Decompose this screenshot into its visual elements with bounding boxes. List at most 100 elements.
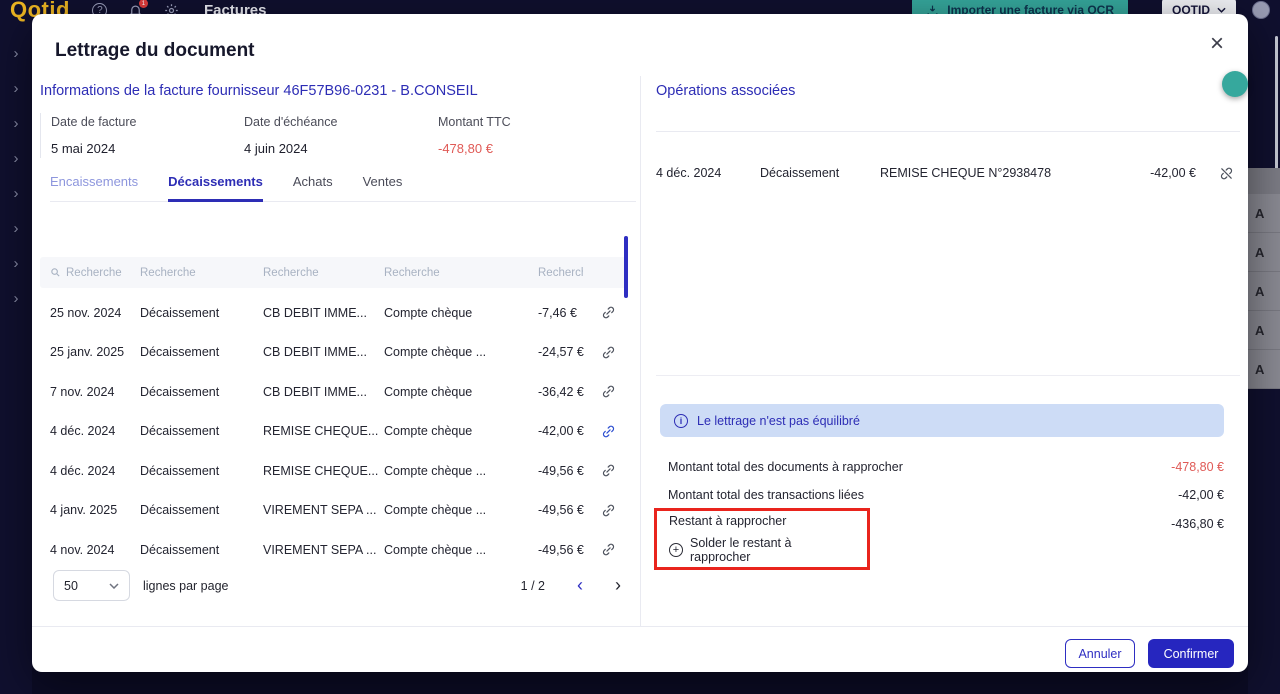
transaction-row[interactable]: 4 nov. 2024 Décaissement VIREMENT SEPA .… xyxy=(40,530,630,570)
transaction-label: VIREMENT SEPA ... xyxy=(263,503,384,517)
column-divider xyxy=(640,76,641,626)
search-input-type[interactable] xyxy=(140,267,238,279)
footer-divider xyxy=(32,626,1248,627)
link-icon[interactable] xyxy=(594,384,622,399)
total-row: Montant total des documents à rapprocher… xyxy=(668,460,1224,474)
operation-row[interactable]: 4 déc. 2024 Décaissement REMISE CHEQUE N… xyxy=(656,154,1240,192)
transaction-date: 25 nov. 2024 xyxy=(50,306,140,320)
link-icon[interactable] xyxy=(594,424,622,439)
lettrage-modal: Lettrage du document × Informations de l… xyxy=(32,14,1248,672)
remaining-value: -436,80 € xyxy=(1032,517,1224,531)
transaction-type: Décaissement xyxy=(140,385,263,399)
floating-help-button[interactable] xyxy=(1222,71,1248,97)
total-value: -42,00 € xyxy=(1178,488,1224,502)
profile-avatar[interactable] xyxy=(1252,1,1270,19)
invoice-field: Montant TTC -478,80 € xyxy=(438,115,611,156)
tab[interactable]: Décaissements xyxy=(168,174,263,202)
transaction-label: CB DEBIT IMME... xyxy=(263,385,384,399)
transaction-amount: -24,57 € xyxy=(538,345,594,359)
field-label: Date d'échéance xyxy=(244,115,438,129)
transaction-row[interactable]: 4 janv. 2025 Décaissement VIREMENT SEPA … xyxy=(40,491,630,531)
cancel-button[interactable]: Annuler xyxy=(1065,639,1135,668)
info-icon: i xyxy=(674,414,688,428)
background-table-strip: A A A A A xyxy=(1248,168,1280,389)
tab[interactable]: Encaissements xyxy=(50,174,138,201)
table-scrollbar-thumb[interactable] xyxy=(624,236,628,298)
background-right-strip: A A A A A xyxy=(1248,40,1280,694)
transaction-account: Compte chèque ... xyxy=(384,345,538,359)
transaction-date: 7 nov. 2024 xyxy=(50,385,140,399)
transaction-row[interactable]: 4 déc. 2024 Décaissement REMISE CHEQUE..… xyxy=(40,412,630,452)
transaction-type: Décaissement xyxy=(140,424,263,438)
transaction-row[interactable]: 7 nov. 2024 Décaissement CB DEBIT IMME..… xyxy=(40,372,630,412)
transaction-row[interactable]: 25 janv. 2025 Décaissement CB DEBIT IMME… xyxy=(40,333,630,373)
chevron-right-icon[interactable]: › xyxy=(14,46,19,61)
transaction-account: Compte chèque xyxy=(384,385,538,399)
page-indicator: 1 / 2 xyxy=(521,579,545,593)
sidebar-nav: › › › › › › › › xyxy=(0,40,32,694)
pagination: 50 lignes par page 1 / 2 ‹ › xyxy=(53,570,625,601)
field-value: 4 juin 2024 xyxy=(244,141,438,156)
transaction-date: 4 déc. 2024 xyxy=(50,424,140,438)
search-input-compte[interactable] xyxy=(384,267,507,279)
total-label: Montant total des documents à rapprocher xyxy=(668,460,903,474)
operation-date: 4 déc. 2024 xyxy=(656,166,760,180)
transaction-label: VIREMENT SEPA ... xyxy=(263,543,384,557)
remaining-highlight-box: Restant à rapprocher + Solder le restant… xyxy=(654,508,870,570)
transaction-type: Décaissement xyxy=(140,503,263,517)
transaction-row[interactable]: 4 déc. 2024 Décaissement REMISE CHEQUE..… xyxy=(40,451,630,491)
transaction-type: Décaissement xyxy=(140,543,263,557)
transaction-date: 4 janv. 2025 xyxy=(50,503,140,517)
tab[interactable]: Ventes xyxy=(363,174,403,201)
page-size-select[interactable]: 50 xyxy=(53,570,130,601)
total-value: -478,80 € xyxy=(1171,460,1224,474)
transaction-amount: -42,00 € xyxy=(538,424,594,438)
tab[interactable]: Achats xyxy=(293,174,333,201)
chevron-right-icon[interactable]: › xyxy=(14,81,19,96)
operation-type: Décaissement xyxy=(760,166,880,180)
unlink-icon[interactable] xyxy=(1196,166,1240,181)
transaction-amount: -49,56 € xyxy=(538,503,594,517)
transaction-date: 4 déc. 2024 xyxy=(50,464,140,478)
operations-heading: Opérations associées xyxy=(656,83,795,99)
transaction-amount: -7,46 € xyxy=(538,306,594,320)
close-icon[interactable]: × xyxy=(1210,32,1224,56)
invoice-field: Date d'échéance 4 juin 2024 xyxy=(244,115,438,156)
link-icon[interactable] xyxy=(594,345,622,360)
chevron-right-icon[interactable]: › xyxy=(14,186,19,201)
invoice-fields: Date de facture 5 mai 2024 Date d'échéan… xyxy=(40,113,611,158)
transaction-amount: -36,42 € xyxy=(538,385,594,399)
solder-label: Solder le restant à rapprocher xyxy=(690,536,855,564)
transaction-tabs: Encaissements Décaissements Achats Ventes xyxy=(50,174,636,202)
confirm-button[interactable]: Confirmer xyxy=(1148,639,1234,668)
transaction-label: REMISE CHEQUE... xyxy=(263,424,384,438)
chevron-right-icon[interactable]: › xyxy=(14,116,19,131)
solder-remaining-button[interactable]: + Solder le restant à rapprocher xyxy=(669,536,855,564)
search-input-libelle[interactable] xyxy=(263,267,360,279)
chevron-right-icon[interactable]: › xyxy=(14,151,19,166)
transaction-amount: -49,56 € xyxy=(538,543,594,557)
transaction-account: Compte chèque xyxy=(384,424,538,438)
transaction-type: Décaissement xyxy=(140,306,263,320)
total-label: Montant total des transactions liées xyxy=(668,488,864,502)
link-icon[interactable] xyxy=(594,463,622,478)
chevron-right-icon[interactable]: › xyxy=(14,221,19,236)
transaction-label: CB DEBIT IMME... xyxy=(263,306,384,320)
link-icon[interactable] xyxy=(594,542,622,557)
tab-label: Ventes xyxy=(363,174,403,189)
remaining-label: Restant à rapprocher xyxy=(669,514,855,528)
transaction-label: CB DEBIT IMME... xyxy=(263,345,384,359)
transaction-row[interactable]: 25 nov. 2024 Décaissement CB DEBIT IMME.… xyxy=(40,293,630,333)
transaction-amount: -49,56 € xyxy=(538,464,594,478)
chevron-right-icon[interactable]: › xyxy=(14,256,19,271)
prev-page-icon[interactable]: ‹ xyxy=(577,575,583,596)
transaction-type: Décaissement xyxy=(140,345,263,359)
next-page-icon[interactable]: › xyxy=(615,575,621,596)
link-icon[interactable] xyxy=(594,305,622,320)
chevron-right-icon[interactable]: › xyxy=(14,291,19,306)
search-input-date[interactable] xyxy=(66,267,138,279)
background-table-row: A xyxy=(1248,272,1280,311)
link-icon[interactable] xyxy=(594,503,622,518)
plus-circle-icon: + xyxy=(669,543,683,557)
search-input-montant[interactable] xyxy=(538,267,583,279)
